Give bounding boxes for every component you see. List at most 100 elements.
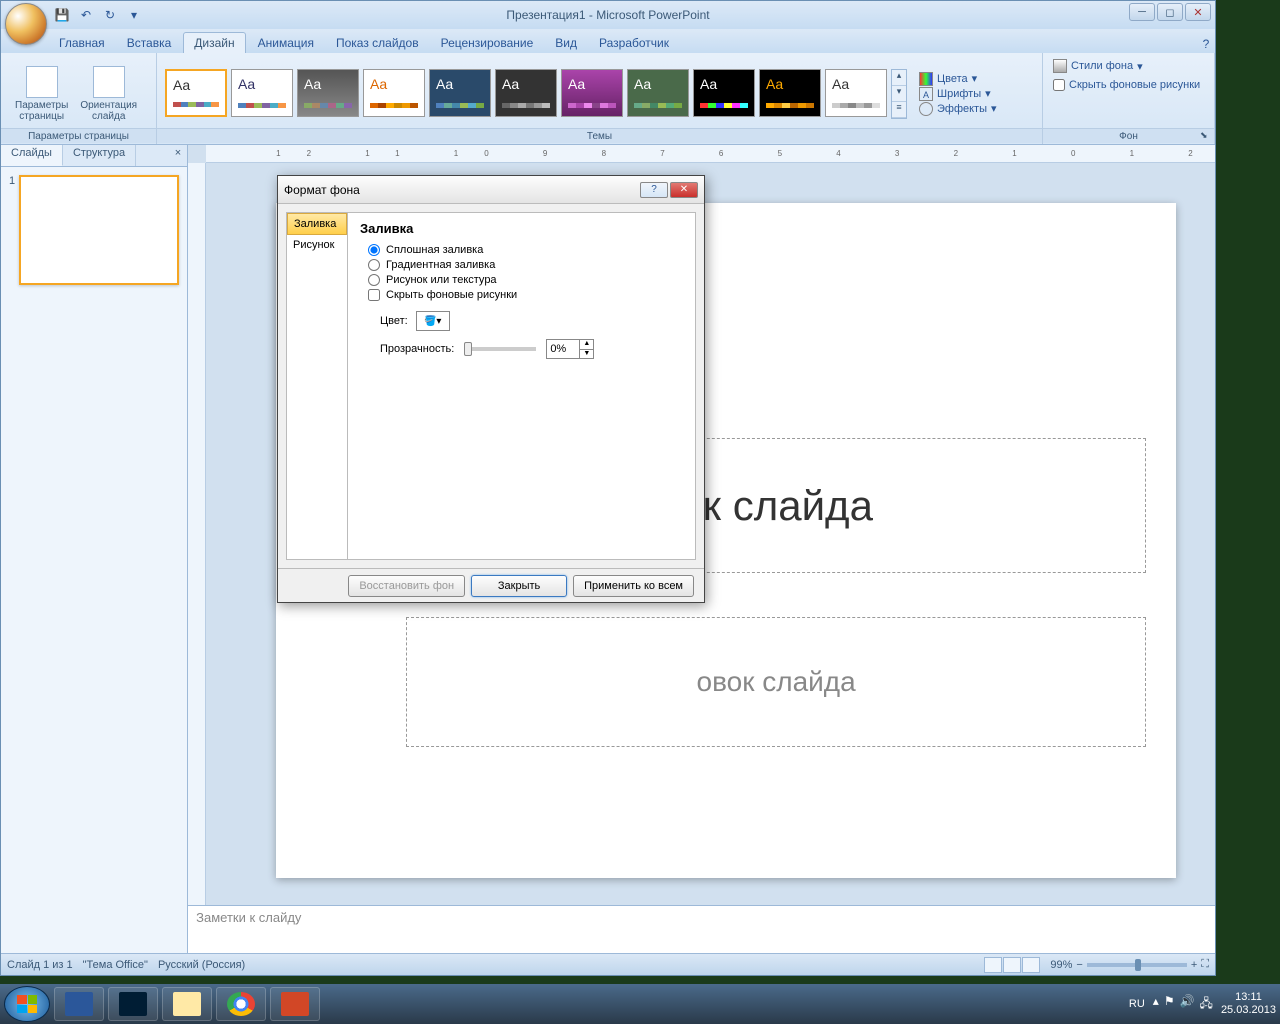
office-button[interactable] bbox=[5, 3, 47, 45]
zoom-fit-icon[interactable]: ⛶ bbox=[1201, 958, 1209, 971]
theme-thumb[interactable]: Aa bbox=[363, 69, 425, 117]
task-word[interactable] bbox=[54, 987, 104, 1021]
folder-icon bbox=[173, 992, 201, 1016]
theme-thumb[interactable]: Aa bbox=[429, 69, 491, 117]
notes-pane[interactable]: Заметки к слайду bbox=[188, 905, 1215, 953]
pane-tab-slides[interactable]: Слайды bbox=[1, 145, 63, 166]
task-powerpoint[interactable] bbox=[270, 987, 320, 1021]
theme-gallery: Aa Aa Aa Aa Aa Aa Aa Aa Aa Aa Aa ▴▾≡ bbox=[163, 67, 909, 121]
transparency-slider[interactable] bbox=[464, 347, 536, 351]
tab-insert[interactable]: Вставка bbox=[117, 33, 182, 53]
tray-flag-icon[interactable]: ⚑ bbox=[1164, 994, 1175, 1015]
tray-lang[interactable]: RU bbox=[1129, 998, 1145, 1010]
dialog-nav: Заливка Рисунок bbox=[286, 212, 348, 560]
pane-close-icon[interactable]: × bbox=[169, 145, 187, 166]
dialog-titlebar[interactable]: Формат фона ? ✕ bbox=[278, 176, 704, 204]
photoshop-icon bbox=[119, 992, 147, 1016]
save-icon[interactable]: 💾 bbox=[53, 6, 71, 24]
tab-home[interactable]: Главная bbox=[49, 33, 115, 53]
theme-thumb[interactable]: Aa bbox=[693, 69, 755, 117]
close-dialog-button[interactable]: Закрыть bbox=[471, 575, 567, 597]
nav-picture[interactable]: Рисунок bbox=[287, 235, 347, 255]
maximize-button[interactable]: ◻ bbox=[1157, 3, 1183, 21]
tray-chevron-icon[interactable]: ▴ bbox=[1153, 994, 1159, 1015]
theme-thumb[interactable]: Aa bbox=[759, 69, 821, 117]
opt-gradient-fill[interactable]: Градиентная заливка bbox=[368, 259, 683, 271]
theme-colors-button[interactable]: Цвета ▾ bbox=[919, 72, 997, 86]
tab-design[interactable]: Дизайн bbox=[183, 32, 245, 53]
page-setup-button[interactable]: Параметры страницы bbox=[11, 64, 72, 124]
horizontal-ruler: 12 11 10 9 8 7 6 5 4 3 2 1 0 1 2 3 4 5 6… bbox=[206, 145, 1215, 163]
spin-up-icon[interactable]: ▲ bbox=[580, 340, 593, 350]
zoom-in-icon[interactable]: + bbox=[1191, 959, 1197, 971]
theme-thumb[interactable]: Aa bbox=[825, 69, 887, 117]
reset-bg-button[interactable]: Восстановить фон bbox=[348, 575, 465, 597]
group-themes: Aa Aa Aa Aa Aa Aa Aa Aa Aa Aa Aa ▴▾≡ Цве… bbox=[157, 53, 1043, 144]
tab-view[interactable]: Вид bbox=[545, 33, 587, 53]
start-button[interactable] bbox=[4, 986, 50, 1022]
word-icon bbox=[65, 992, 93, 1016]
opt-hide-bg[interactable]: Скрыть фоновые рисунки bbox=[368, 289, 683, 301]
tab-review[interactable]: Рецензирование bbox=[431, 33, 544, 53]
view-normal-icon[interactable] bbox=[984, 957, 1002, 973]
apply-all-button[interactable]: Применить ко всем bbox=[573, 575, 694, 597]
status-slide: Слайд 1 из 1 bbox=[7, 959, 73, 971]
color-picker-button[interactable]: 🪣▾ bbox=[416, 311, 450, 331]
transparency-spinner[interactable]: ▲▼ bbox=[546, 339, 594, 359]
undo-icon[interactable]: ↶ bbox=[77, 6, 95, 24]
opt-picture-fill[interactable]: Рисунок или текстура bbox=[368, 274, 683, 286]
theme-thumb[interactable]: Aa bbox=[627, 69, 689, 117]
slide-thumb-img bbox=[19, 175, 179, 285]
task-explorer[interactable] bbox=[162, 987, 212, 1021]
theme-thumb[interactable]: Aa bbox=[561, 69, 623, 117]
quick-access-toolbar: 💾 ↶ ↻ ▾ bbox=[53, 6, 143, 24]
spin-down-icon[interactable]: ▼ bbox=[580, 350, 593, 359]
theme-nav[interactable]: ▴▾≡ bbox=[891, 69, 907, 119]
status-lang: Русский (Россия) bbox=[158, 959, 245, 971]
theme-thumb[interactable]: Aa bbox=[297, 69, 359, 117]
redo-icon[interactable]: ↻ bbox=[101, 6, 119, 24]
background-styles-button[interactable]: Стили фона ▾ bbox=[1053, 59, 1143, 73]
dialog-launcher-icon[interactable]: ⬊ bbox=[1200, 130, 1212, 142]
tray-sound-icon[interactable]: 🔊 bbox=[1180, 994, 1195, 1015]
pane-tab-outline[interactable]: Структура bbox=[63, 145, 136, 166]
slide-thumbnail[interactable]: 1 bbox=[9, 175, 179, 285]
tab-developer[interactable]: Разработчик bbox=[589, 33, 679, 53]
zoom-slider[interactable] bbox=[1087, 963, 1187, 967]
app-window: 💾 ↶ ↻ ▾ Презентация1 - Microsoft PowerPo… bbox=[0, 0, 1216, 976]
task-photoshop[interactable] bbox=[108, 987, 158, 1021]
minimize-button[interactable]: ─ bbox=[1129, 3, 1155, 21]
tab-slideshow[interactable]: Показ слайдов bbox=[326, 33, 429, 53]
format-background-dialog: Формат фона ? ✕ Заливка Рисунок Заливка … bbox=[277, 175, 705, 603]
tab-animation[interactable]: Анимация bbox=[248, 33, 324, 53]
help-icon[interactable]: ? bbox=[1197, 35, 1215, 53]
theme-fonts-button[interactable]: AШрифты ▾ bbox=[919, 87, 997, 101]
qat-dropdown-icon[interactable]: ▾ bbox=[125, 6, 143, 24]
opt-solid-fill[interactable]: Сплошная заливка bbox=[368, 244, 683, 256]
hide-bg-graphics-checkbox[interactable]: Скрыть фоновые рисунки bbox=[1053, 79, 1200, 91]
transparency-input[interactable] bbox=[547, 340, 579, 358]
ribbon: Параметры страницы Ориентация слайда Пар… bbox=[1, 53, 1215, 145]
theme-effects-button[interactable]: Эффекты ▾ bbox=[919, 102, 997, 116]
theme-thumb[interactable]: Aa bbox=[231, 69, 293, 117]
dialog-help-icon[interactable]: ? bbox=[640, 182, 668, 198]
tray-clock[interactable]: 13:11 25.03.2013 bbox=[1221, 991, 1276, 1017]
bg-styles-icon bbox=[1053, 59, 1067, 73]
view-sorter-icon[interactable] bbox=[1003, 957, 1021, 973]
theme-thumb[interactable]: Aa bbox=[165, 69, 227, 117]
theme-thumb[interactable]: Aa bbox=[495, 69, 557, 117]
bucket-icon: 🪣 bbox=[424, 316, 436, 327]
nav-fill[interactable]: Заливка bbox=[287, 213, 347, 235]
view-slideshow-icon[interactable] bbox=[1022, 957, 1040, 973]
slide-orientation-button[interactable]: Ориентация слайда bbox=[76, 64, 141, 124]
ribbon-tabs: Главная Вставка Дизайн Анимация Показ сл… bbox=[1, 29, 1215, 53]
dialog-close-icon[interactable]: ✕ bbox=[670, 182, 698, 198]
orientation-icon bbox=[93, 66, 125, 98]
close-button[interactable]: ✕ bbox=[1185, 3, 1211, 21]
task-chrome[interactable] bbox=[216, 987, 266, 1021]
group-background: Стили фона ▾ Скрыть фоновые рисунки Фон … bbox=[1043, 53, 1215, 144]
subtitle-placeholder[interactable]: овок слайда bbox=[406, 617, 1146, 747]
powerpoint-icon bbox=[281, 992, 309, 1016]
zoom-out-icon[interactable]: − bbox=[1076, 959, 1082, 971]
tray-network-icon[interactable]: 🖧 bbox=[1200, 994, 1213, 1015]
